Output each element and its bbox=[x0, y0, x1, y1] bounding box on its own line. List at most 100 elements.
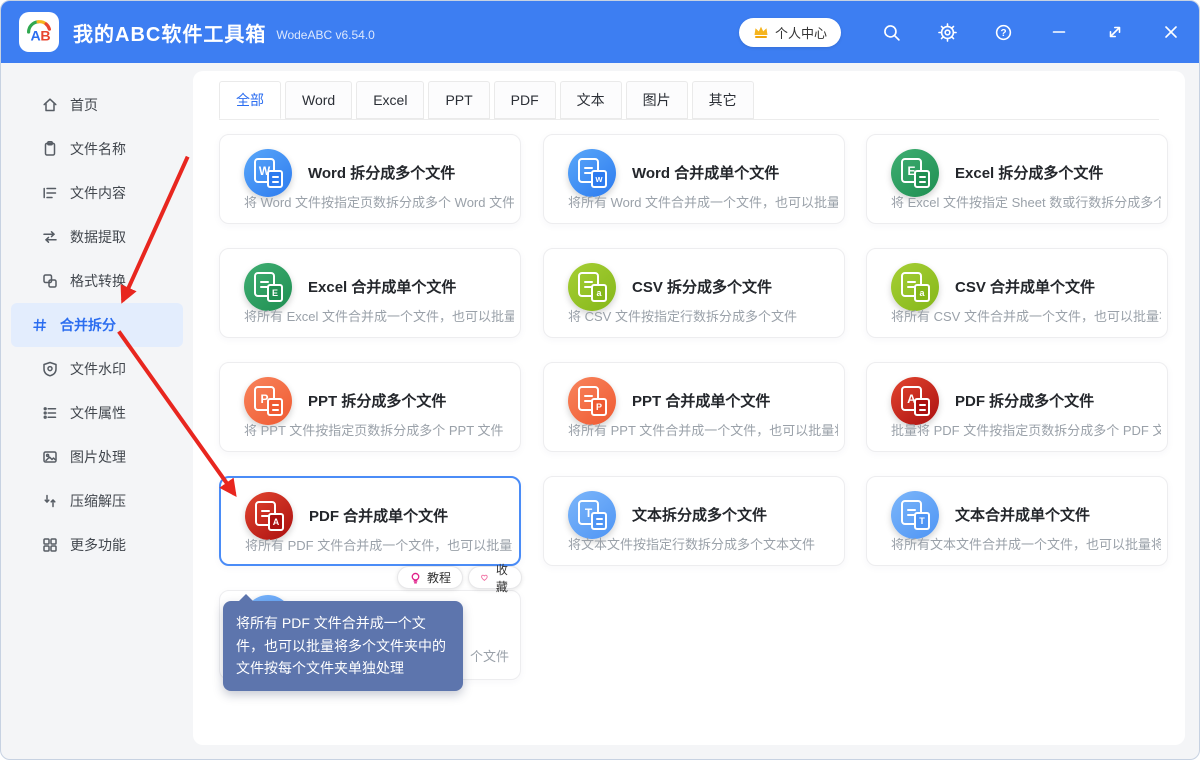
tool-card[interactable]: E E Excel 合并成单个文件 将所有 Excel 文件合并成一个文件，也可… bbox=[219, 248, 521, 338]
main-panel: 全部WordExcelPPTPDF文本图片其它 W W Word 拆分成多个文件… bbox=[193, 71, 1185, 745]
tool-card[interactable]: P P PPT 合并成单个文件 将所有 PPT 文件合并成一个文件，也可以批量将… bbox=[543, 362, 845, 452]
tool-card[interactable]: A A PDF 拆分成多个文件 批量将 PDF 文件按指定页数拆分成多个 PDF… bbox=[866, 362, 1168, 452]
sidebar-item-5[interactable]: 合并拆分 bbox=[11, 303, 183, 347]
tool-card-title: PPT 拆分成多个文件 bbox=[308, 390, 446, 411]
tooltip-text: 将所有 PDF 文件合并成一个文件，也可以批量将多个文件夹中的文件按每个文件夹单… bbox=[236, 612, 450, 680]
resize-icon[interactable] bbox=[1087, 1, 1143, 63]
partial-desc-fragment: 个文件 bbox=[470, 646, 509, 665]
tool-card-selected[interactable]: A A PDF 合并成单个文件 将所有 PDF 文件合并成一个文件，也可以批量将… bbox=[219, 476, 521, 566]
sidebar-item-label: 文件水印 bbox=[70, 359, 126, 379]
crown-icon bbox=[753, 25, 769, 39]
tab-5[interactable]: 文本 bbox=[560, 81, 622, 119]
tool-card-desc: 批量将 PDF 文件按指定页数拆分成多个 PDF 文件 bbox=[891, 420, 1161, 439]
help-icon[interactable]: ? bbox=[975, 1, 1031, 63]
sidebar-item-6[interactable]: 文件水印 bbox=[11, 347, 183, 391]
sidebar-item-label: 文件属性 bbox=[70, 403, 126, 423]
tool-card-desc: 将所有 PDF 文件合并成一个文件，也可以批量将多 bbox=[245, 535, 513, 554]
sidebar-item-1[interactable]: 文件名称 bbox=[11, 127, 183, 171]
close-icon[interactable] bbox=[1143, 1, 1199, 63]
merge-split-icon bbox=[31, 316, 49, 334]
watermark-icon bbox=[41, 360, 59, 378]
tool-card-title: Word 拆分成多个文件 bbox=[308, 162, 455, 183]
tool-card-title: 文本拆分成多个文件 bbox=[632, 504, 767, 525]
sidebar-item-label: 合并拆分 bbox=[60, 315, 116, 335]
tool-card-desc: 将所有 CSV 文件合并成一个文件，也可以批量将多 bbox=[891, 306, 1161, 325]
tool-card[interactable]: a a CSV 拆分成多个文件 将 CSV 文件按指定行数拆分成多个文件 bbox=[543, 248, 845, 338]
sidebar-item-label: 更多功能 bbox=[70, 535, 126, 555]
tool-icon: A A bbox=[891, 377, 939, 425]
tab-2[interactable]: Excel bbox=[356, 81, 424, 119]
sidebar-item-label: 图片处理 bbox=[70, 447, 126, 467]
tool-icon: P P bbox=[244, 377, 292, 425]
tool-icon: E E bbox=[891, 149, 939, 197]
tool-icon: W W bbox=[244, 149, 292, 197]
tool-icon: P P bbox=[568, 377, 616, 425]
tool-card-title: Excel 拆分成多个文件 bbox=[955, 162, 1103, 183]
data-extract-icon bbox=[41, 228, 59, 246]
favorite-button-label: 收藏 bbox=[494, 561, 510, 595]
tooltip: 将所有 PDF 文件合并成一个文件，也可以批量将多个文件夹中的文件按每个文件夹单… bbox=[223, 601, 463, 691]
sidebar-item-4[interactable]: 格式转换 bbox=[11, 259, 183, 303]
home-icon bbox=[41, 96, 59, 114]
tool-card[interactable]: T T 文本拆分成多个文件 将文本文件按指定行数拆分成多个文本文件 bbox=[543, 476, 845, 566]
sidebar-item-9[interactable]: 压缩解压 bbox=[11, 479, 183, 523]
sidebar: 首页文件名称文件内容数据提取格式转换合并拆分文件水印文件属性图片处理压缩解压更多… bbox=[1, 63, 193, 759]
minimize-icon[interactable] bbox=[1031, 1, 1087, 63]
tool-card[interactable]: a a CSV 合并成单个文件 将所有 CSV 文件合并成一个文件，也可以批量将… bbox=[866, 248, 1168, 338]
file-props-icon bbox=[41, 404, 59, 422]
tool-card-title: Excel 合并成单个文件 bbox=[308, 276, 456, 297]
tool-card-title: CSV 合并成单个文件 bbox=[955, 276, 1095, 297]
tool-icon: a a bbox=[568, 263, 616, 311]
tab-1[interactable]: Word bbox=[285, 81, 352, 119]
tool-card-desc: 将所有 Excel 文件合并成一个文件，也可以批量将多 bbox=[244, 306, 514, 325]
tool-card-desc: 将 CSV 文件按指定行数拆分成多个文件 bbox=[568, 306, 838, 325]
sidebar-item-7[interactable]: 文件属性 bbox=[11, 391, 183, 435]
tool-icon: E E bbox=[244, 263, 292, 311]
sidebar-item-3[interactable]: 数据提取 bbox=[11, 215, 183, 259]
tool-card-desc: 将 Excel 文件按指定 Sheet 数或行数拆分成多个 Exc bbox=[891, 192, 1161, 211]
search-icon[interactable] bbox=[863, 1, 919, 63]
tool-card[interactable]: W W Word 拆分成多个文件 将 Word 文件按指定页数拆分成多个 Wor… bbox=[219, 134, 521, 224]
tool-card[interactable]: w w Word 合并成单个文件 将所有 Word 文件合并成一个文件，也可以批… bbox=[543, 134, 845, 224]
tool-icon: a a bbox=[891, 263, 939, 311]
sidebar-item-label: 文件名称 bbox=[70, 139, 126, 159]
app-window: A B 我的ABC软件工具箱 WodeABC v6.54.0 个人中心 ? 首页… bbox=[0, 0, 1200, 760]
tool-card-desc: 将所有 PPT 文件合并成一个文件，也可以批量将多 bbox=[568, 420, 838, 439]
sidebar-item-label: 压缩解压 bbox=[70, 491, 126, 511]
titlebar-actions: ? bbox=[863, 1, 1199, 63]
tool-card-title: CSV 拆分成多个文件 bbox=[632, 276, 772, 297]
image-icon bbox=[41, 448, 59, 466]
tool-icon: w w bbox=[568, 149, 616, 197]
tab-3[interactable]: PPT bbox=[428, 81, 489, 119]
tool-card-desc: 将文本文件按指定行数拆分成多个文本文件 bbox=[568, 534, 838, 553]
sidebar-item-label: 数据提取 bbox=[70, 227, 126, 247]
sidebar-item-label: 首页 bbox=[70, 95, 98, 115]
settings-icon[interactable] bbox=[919, 1, 975, 63]
sidebar-item-0[interactable]: 首页 bbox=[11, 83, 183, 127]
tutorial-button[interactable]: 教程 bbox=[397, 566, 463, 589]
sidebar-item-10[interactable]: 更多功能 bbox=[11, 523, 183, 567]
tab-4[interactable]: PDF bbox=[494, 81, 556, 119]
tool-card[interactable]: E E Excel 拆分成多个文件 将 Excel 文件按指定 Sheet 数或… bbox=[866, 134, 1168, 224]
tool-card-desc: 将所有文本文件合并成一个文件，也可以批量将多 bbox=[891, 534, 1161, 553]
tab-bar: 全部WordExcelPPTPDF文本图片其它 bbox=[219, 81, 1159, 120]
tool-icon: A A bbox=[245, 492, 293, 540]
account-label: 个人中心 bbox=[775, 23, 827, 42]
tool-card-desc: 将 Word 文件按指定页数拆分成多个 Word 文件 bbox=[244, 192, 514, 211]
tab-7[interactable]: 其它 bbox=[692, 81, 754, 119]
sidebar-item-8[interactable]: 图片处理 bbox=[11, 435, 183, 479]
sidebar-item-label: 格式转换 bbox=[70, 271, 126, 291]
tool-card-title: PPT 合并成单个文件 bbox=[632, 390, 770, 411]
tab-0[interactable]: 全部 bbox=[219, 81, 281, 119]
app-title: 我的ABC软件工具箱 bbox=[73, 18, 266, 47]
tool-card-desc: 将所有 Word 文件合并成一个文件，也可以批量将多 bbox=[568, 192, 838, 211]
favorite-button[interactable]: 收藏 bbox=[468, 566, 522, 589]
tool-card[interactable]: P P PPT 拆分成多个文件 将 PPT 文件按指定页数拆分成多个 PPT 文… bbox=[219, 362, 521, 452]
sidebar-item-label: 文件内容 bbox=[70, 183, 126, 203]
tool-card[interactable]: T T 文本合并成单个文件 将所有文本文件合并成一个文件，也可以批量将多 bbox=[866, 476, 1168, 566]
account-button[interactable]: 个人中心 bbox=[739, 18, 841, 47]
tab-6[interactable]: 图片 bbox=[626, 81, 688, 119]
tool-card-title: 文本合并成单个文件 bbox=[955, 504, 1090, 525]
app-version: WodeABC v6.54.0 bbox=[276, 28, 375, 42]
sidebar-item-2[interactable]: 文件内容 bbox=[11, 171, 183, 215]
